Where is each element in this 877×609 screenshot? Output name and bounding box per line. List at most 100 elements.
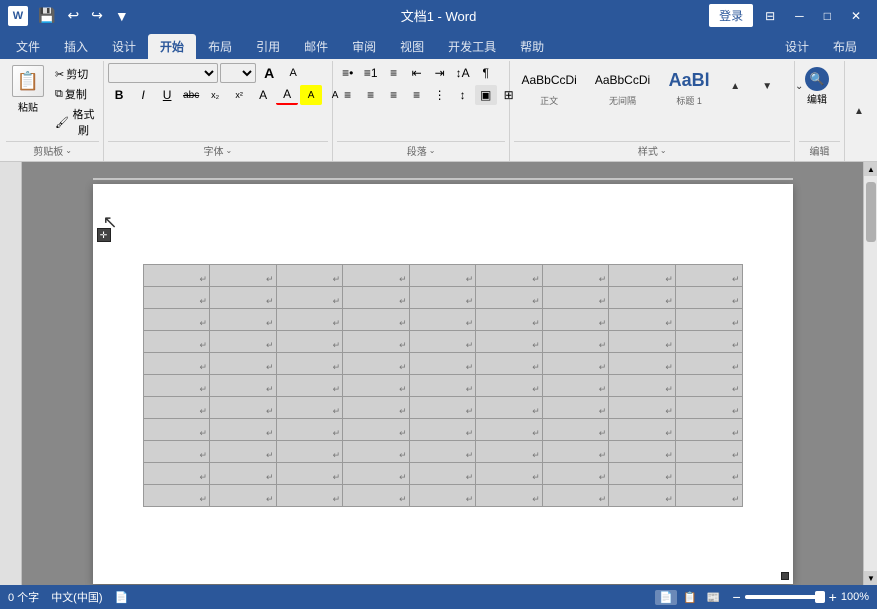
styles-scroll-up[interactable]: ▲ — [721, 79, 749, 94]
table-cell[interactable]: ↵ — [143, 441, 210, 463]
table-cell[interactable]: ↵ — [210, 463, 277, 485]
tab-layout2[interactable]: 布局 — [821, 34, 869, 59]
zoom-slider-track[interactable] — [745, 595, 825, 599]
table-cell[interactable]: ↵ — [609, 463, 676, 485]
shading-button[interactable]: ▣ — [475, 85, 497, 105]
tab-insert[interactable]: 插入 — [52, 34, 100, 59]
table-cell[interactable]: ↵ — [276, 485, 343, 507]
subscript-button[interactable]: x₂ — [204, 85, 226, 105]
table-cell[interactable]: ↵ — [476, 265, 543, 287]
close-button[interactable]: ✕ — [843, 5, 869, 27]
tab-design2[interactable]: 设计 — [773, 34, 821, 59]
strikethrough-button[interactable]: abc — [180, 85, 202, 105]
superscript-button[interactable]: x² — [228, 85, 250, 105]
table-cell[interactable]: ↵ — [409, 463, 476, 485]
tab-layout[interactable]: 布局 — [196, 34, 244, 59]
decrease-indent-button[interactable]: ⇤ — [406, 63, 428, 83]
align-right-button[interactable]: ≡ — [383, 85, 405, 105]
ribbon-scroll-up[interactable]: ▲ — [845, 104, 873, 119]
table-cell[interactable]: ↵ — [343, 441, 410, 463]
table-cell[interactable]: ↵ — [409, 397, 476, 419]
table-cell[interactable]: ↵ — [343, 485, 410, 507]
table-cell[interactable]: ↵ — [210, 265, 277, 287]
table-cell[interactable]: ↵ — [476, 331, 543, 353]
table-cell[interactable]: ↵ — [609, 309, 676, 331]
zoom-out-button[interactable]: − — [732, 589, 740, 605]
maximize-button[interactable]: □ — [816, 5, 839, 27]
table-cell[interactable]: ↵ — [542, 353, 609, 375]
style-no-spacing[interactable]: AaBbCcDi 无间隔 — [588, 63, 657, 110]
show-marks-button[interactable]: ¶ — [475, 63, 497, 83]
table-cell[interactable]: ↵ — [675, 441, 742, 463]
table-cell[interactable]: ↵ — [675, 287, 742, 309]
tab-design[interactable]: 设计 — [100, 34, 148, 59]
table-cell[interactable]: ↵ — [476, 463, 543, 485]
table-cell[interactable]: ↵ — [542, 287, 609, 309]
login-button[interactable]: 登录 — [709, 4, 753, 27]
table-cell[interactable]: ↵ — [409, 287, 476, 309]
undo-button[interactable]: ↩ — [63, 5, 83, 26]
table-cell[interactable]: ↵ — [476, 375, 543, 397]
table-cell[interactable]: ↵ — [476, 353, 543, 375]
clipboard-expand[interactable]: ⌄ — [65, 146, 72, 155]
table-cell[interactable]: ↵ — [542, 441, 609, 463]
table-cell[interactable]: ↵ — [210, 441, 277, 463]
table-cell[interactable]: ↵ — [276, 309, 343, 331]
table-cell[interactable]: ↵ — [609, 441, 676, 463]
justify-button[interactable]: ≡ — [406, 85, 428, 105]
customize-qa-button[interactable]: ▼ — [111, 6, 133, 26]
table-cell[interactable]: ↵ — [210, 353, 277, 375]
doc-scroll-area[interactable]: ↖ ✛ ↵↵↵↵↵↵↵↵↵↵↵↵↵↵↵↵↵↵↵↵↵↵↵↵↵↵↵↵↵↵↵↵↵↵↵↵… — [22, 162, 863, 585]
table-cell[interactable]: ↵ — [409, 309, 476, 331]
sort-button[interactable]: ↕A — [452, 63, 474, 83]
table-cell[interactable]: ↵ — [343, 309, 410, 331]
table-cell[interactable]: ↵ — [409, 485, 476, 507]
table-cell[interactable]: ↵ — [675, 331, 742, 353]
zoom-in-button[interactable]: + — [829, 589, 837, 605]
table-cell[interactable]: ↵ — [276, 397, 343, 419]
table-cell[interactable]: ↵ — [609, 331, 676, 353]
table-cell[interactable]: ↵ — [143, 419, 210, 441]
styles-expand-btn[interactable]: ⌄ — [660, 146, 667, 155]
table-cell[interactable]: ↵ — [143, 397, 210, 419]
table-resize-handle[interactable] — [781, 572, 789, 580]
zoom-thumb[interactable] — [815, 591, 825, 603]
numbering-button[interactable]: ≡1 — [360, 63, 382, 83]
table-cell[interactable]: ↵ — [210, 375, 277, 397]
multilevel-button[interactable]: ≡ — [383, 63, 405, 83]
scroll-thumb[interactable] — [866, 182, 876, 242]
table-cell[interactable]: ↵ — [476, 287, 543, 309]
table-cell[interactable]: ↵ — [210, 331, 277, 353]
table-cell[interactable]: ↵ — [276, 331, 343, 353]
table-cell[interactable]: ↵ — [675, 463, 742, 485]
clear-format-button[interactable]: A — [252, 85, 274, 105]
table-cell[interactable]: ↵ — [542, 485, 609, 507]
table-cell[interactable]: ↵ — [276, 265, 343, 287]
table-cell[interactable]: ↵ — [210, 309, 277, 331]
table-cell[interactable]: ↵ — [542, 331, 609, 353]
table-cell[interactable]: ↵ — [409, 375, 476, 397]
table-cell[interactable]: ↵ — [476, 441, 543, 463]
scroll-up-button[interactable]: ▲ — [864, 162, 877, 176]
save-button[interactable]: 💾 — [34, 5, 59, 26]
table-cell[interactable]: ↵ — [143, 309, 210, 331]
table-cell[interactable]: ↵ — [409, 331, 476, 353]
table-cell[interactable]: ↵ — [609, 265, 676, 287]
table-move-handle[interactable]: ✛ — [97, 228, 111, 242]
vertical-scrollbar[interactable]: ▲ ▼ — [863, 162, 877, 585]
columns-button[interactable]: ⋮ — [429, 85, 451, 105]
shrink-font-button[interactable]: A — [282, 63, 304, 83]
table-cell[interactable]: ↵ — [609, 353, 676, 375]
tab-review[interactable]: 审阅 — [340, 34, 388, 59]
paragraph-expand[interactable]: ⌄ — [429, 146, 436, 155]
table-cell[interactable]: ↵ — [143, 375, 210, 397]
table-cell[interactable]: ↵ — [276, 463, 343, 485]
underline-button[interactable]: U — [156, 85, 178, 105]
table-cell[interactable]: ↵ — [343, 463, 410, 485]
table-cell[interactable]: ↵ — [143, 331, 210, 353]
table-cell[interactable]: ↵ — [542, 397, 609, 419]
table-cell[interactable]: ↵ — [675, 309, 742, 331]
table-cell[interactable]: ↵ — [343, 265, 410, 287]
ribbon-toggle-button[interactable]: ⊟ — [757, 5, 783, 27]
table-cell[interactable]: ↵ — [609, 485, 676, 507]
